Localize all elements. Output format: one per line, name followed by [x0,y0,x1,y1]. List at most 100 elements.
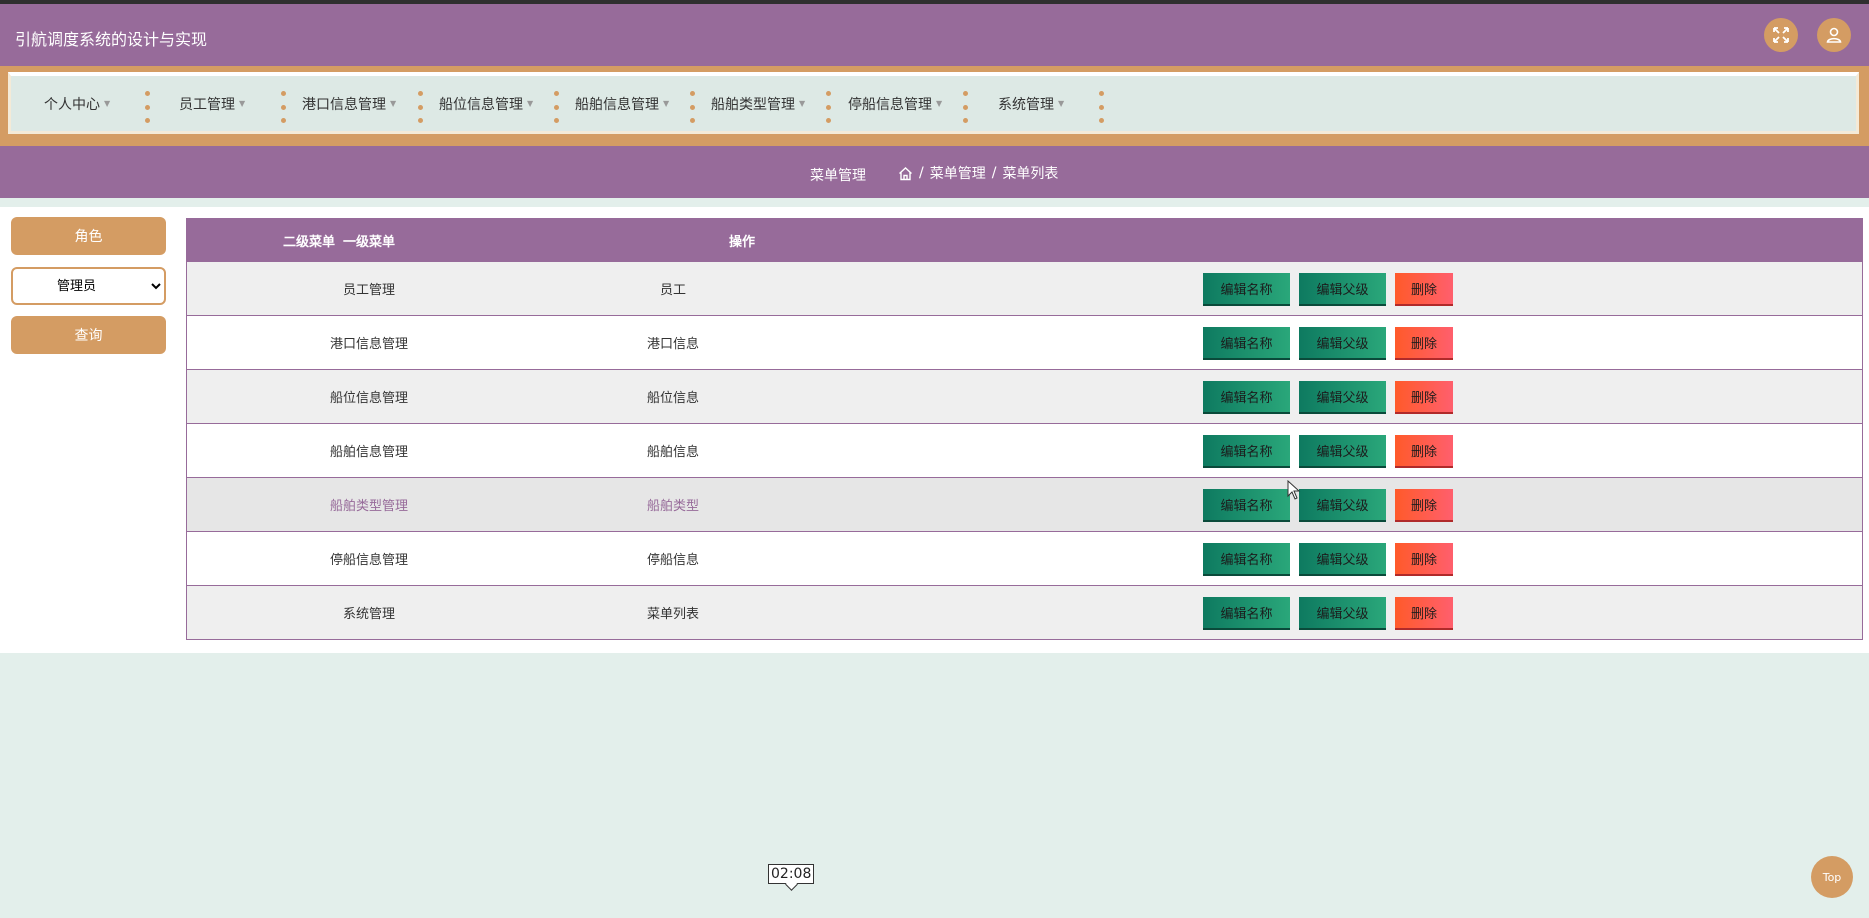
cell-level1: 员工管理 [342,283,395,298]
edit-parent-button[interactable]: 编辑父级 [1299,489,1386,520]
delete-button[interactable]: 删除 [1395,543,1453,574]
edit-parent-button[interactable]: 编辑父级 [1299,435,1386,466]
mouse-cursor-icon [1287,480,1301,500]
nav-item-label: 船位信息管理 [439,96,523,113]
nav-item-label: 船舶信息管理 [575,96,659,113]
role-button[interactable]: 角色 [11,217,166,255]
nav-separator [690,91,695,123]
delete-button[interactable]: 删除 [1395,381,1453,412]
delete-button[interactable]: 删除 [1395,327,1453,358]
home-icon[interactable] [898,166,913,181]
nav-bar: 个人中心 ▼ 员工管理 ▼ 港口信息管理 ▼ 船位信息管理 ▼ 船舶信息管理 ▼ 船舶类型… [0,66,1869,146]
edit-name-button[interactable]: 编辑名称 [1203,273,1290,304]
nav-item-employee[interactable]: 员工管理 ▼ [179,76,245,131]
cell-level2: 停船信息 [646,553,699,568]
edit-name-button[interactable]: 编辑名称 [1203,597,1290,628]
cell-level1: 港口信息管理 [329,337,408,352]
edit-parent-button[interactable]: 编辑父级 [1299,273,1386,304]
cell-level2: 船位信息 [646,391,699,406]
chevron-down-icon: ▼ [663,99,670,108]
edit-name-button[interactable]: 编辑名称 [1203,543,1290,574]
nav-item-ship[interactable]: 船舶信息管理 ▼ [575,76,669,131]
edit-parent-button[interactable]: 编辑父级 [1299,543,1386,574]
nav-separator [554,91,559,123]
nav-item-personal-center[interactable]: 个人中心 ▼ [44,76,110,131]
table-row: 船舶类型管理 船舶类型 编辑名称 编辑父级 删除 [187,477,1862,531]
edit-parent-button[interactable]: 编辑父级 [1299,327,1386,358]
query-button[interactable]: 查询 [11,316,166,354]
delete-button[interactable]: 删除 [1395,489,1453,520]
fullscreen-icon [1773,27,1789,43]
edit-name-button[interactable]: 编辑名称 [1203,489,1290,520]
table-row: 员工管理 员工 编辑名称 编辑父级 删除 [187,261,1862,315]
user-icon [1826,27,1842,43]
cell-level2: 港口信息 [646,337,699,352]
nav-item-label: 船舶类型管理 [711,96,795,113]
chevron-down-icon: ▼ [104,99,111,108]
edit-name-button[interactable]: 编辑名称 [1203,435,1290,466]
chevron-down-icon: ▼ [936,99,943,108]
nav-item-label: 停船信息管理 [848,96,932,113]
back-to-top-button[interactable]: Top [1811,856,1853,898]
cell-level1: 停船信息管理 [329,553,408,568]
table-row: 港口信息管理 港口信息 编辑名称 编辑父级 删除 [187,315,1862,369]
delete-button[interactable]: 删除 [1395,597,1453,628]
user-button[interactable] [1817,18,1851,52]
column-header-actions: 操作 [728,234,755,250]
nav-separator [281,91,286,123]
breadcrumb-bar: 菜单管理 / 菜单管理 / 菜单列表 [0,146,1869,198]
table-row: 船位信息管理 船位信息 编辑名称 编辑父级 删除 [187,369,1862,423]
nav-separator [826,91,831,123]
breadcrumb-sep: / [991,165,997,181]
row-actions: 编辑名称 编辑父级 删除 [1203,543,1453,574]
chevron-down-icon: ▼ [239,99,246,108]
table-row: 系统管理 菜单列表 编辑名称 编辑父级 删除 [187,585,1862,639]
page-title: 菜单管理 [810,168,866,184]
edit-parent-button[interactable]: 编辑父级 [1299,597,1386,628]
time-tooltip: 02:08 [768,864,815,884]
role-select[interactable]: 管理员 [11,267,166,305]
table-row: 停船信息管理 停船信息 编辑名称 编辑父级 删除 [187,531,1862,585]
nav-item-port[interactable]: 港口信息管理 ▼ [302,76,396,131]
row-actions: 编辑名称 编辑父级 删除 [1203,597,1453,628]
nav-item-system[interactable]: 系统管理 ▼ [998,76,1064,131]
chevron-down-icon: ▼ [390,99,397,108]
breadcrumb-link-menu[interactable]: 菜单管理 [930,163,986,183]
nav-menu: 个人中心 ▼ 员工管理 ▼ 港口信息管理 ▼ 船位信息管理 ▼ 船舶信息管理 ▼ 船舶类型… [8,72,1859,134]
nav-item-ship-type[interactable]: 船舶类型管理 ▼ [711,76,805,131]
cell-level1: 船舶类型管理 [329,499,408,514]
app-header: 引航调度系统的设计与实现 [0,4,1869,66]
menu-table: 一级菜单 二级菜单 操作 员工管理 员工 编辑名称 编辑父级 删除 港口信息管理… [186,218,1863,640]
cell-level1: 系统管理 [342,607,395,622]
nav-item-berth[interactable]: 船位信息管理 ▼ [439,76,533,131]
nav-item-label: 个人中心 [44,96,100,113]
edit-name-button[interactable]: 编辑名称 [1203,327,1290,358]
edit-name-button[interactable]: 编辑名称 [1203,381,1290,412]
nav-separator [145,91,150,123]
cell-level2: 船舶信息 [646,445,699,460]
cell-level1: 船舶信息管理 [329,445,408,460]
delete-button[interactable]: 删除 [1395,273,1453,304]
nav-separator [963,91,968,123]
nav-item-docking[interactable]: 停船信息管理 ▼ [848,76,942,131]
chevron-down-icon: ▼ [799,99,806,108]
row-actions: 编辑名称 编辑父级 删除 [1203,381,1453,412]
nav-item-label: 员工管理 [179,96,235,113]
nav-item-label: 港口信息管理 [302,96,386,113]
fullscreen-button[interactable] [1764,18,1798,52]
row-actions: 编辑名称 编辑父级 删除 [1203,327,1453,358]
cell-level1: 船位信息管理 [329,391,408,406]
nav-separator [1099,91,1104,123]
row-actions: 编辑名称 编辑父级 删除 [1203,273,1453,304]
table-row: 船舶信息管理 船舶信息 编辑名称 编辑父级 删除 [187,423,1862,477]
table-header: 一级菜单 二级菜单 操作 [187,219,1862,261]
chevron-down-icon: ▼ [1058,99,1065,108]
breadcrumb-current: 菜单列表 [1002,166,1059,182]
app-title: 引航调度系统的设计与实现 [15,30,208,49]
row-actions: 编辑名称 编辑父级 删除 [1203,435,1453,466]
breadcrumb: / 菜单管理 / 菜单列表 [898,163,1058,183]
nav-separator [418,91,423,123]
edit-parent-button[interactable]: 编辑父级 [1299,381,1386,412]
cell-level2: 员工 [659,283,686,298]
delete-button[interactable]: 删除 [1395,435,1453,466]
